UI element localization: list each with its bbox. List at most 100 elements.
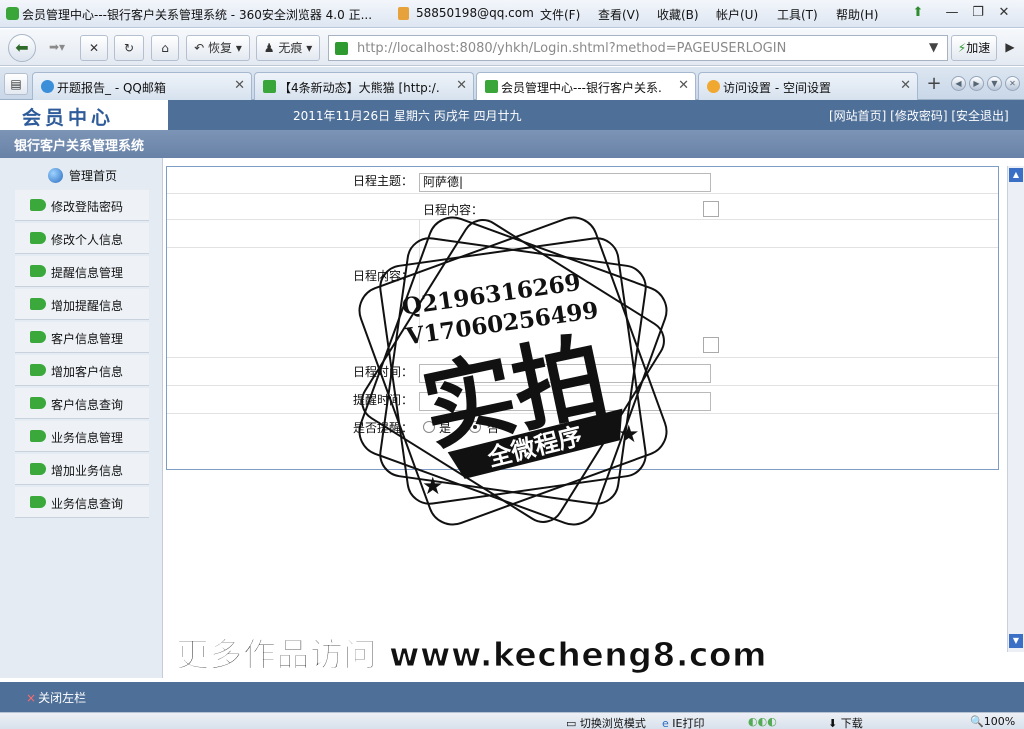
speed-up-label: 加速 xyxy=(966,41,991,55)
tab-access-settings[interactable]: 访问设置 - 空间设置 ✕ xyxy=(698,72,918,100)
download-button[interactable]: ⬇ 下载 xyxy=(828,715,863,729)
sidebar-item-customer-query[interactable]: 客户信息查询 xyxy=(15,388,149,419)
sidebar-item-business-query[interactable]: 业务信息查询 xyxy=(15,487,149,518)
tab-scroll-left-icon[interactable]: ◀ xyxy=(951,76,966,91)
tab-qzone-news[interactable]: 【4条新动态】大熊猫 [http:/... ✕ xyxy=(254,72,474,100)
tab-label: 【4条新动态】大熊猫 [http:/... xyxy=(279,81,439,95)
arrow-icon xyxy=(30,265,46,277)
account-label[interactable]: 58850198@qq.com xyxy=(416,6,534,20)
ie-print-button[interactable]: e IE打印 xyxy=(662,715,704,729)
tab-label: 开题报告_ - QQ邮箱 xyxy=(57,81,166,95)
row-divider xyxy=(167,385,998,386)
sidebar-item-reminder-manage[interactable]: 提醒信息管理 xyxy=(15,256,149,287)
sidebar-item-label: 业务信息管理 xyxy=(51,431,124,445)
update-icon[interactable]: ⬆ xyxy=(910,5,926,21)
editor-toggle-checkbox[interactable] xyxy=(703,201,719,217)
speed-up-button[interactable]: ⚡加速 xyxy=(951,35,997,61)
system-title: 银行客户关系管理系统 xyxy=(14,139,145,154)
home-icon[interactable]: ⌂ xyxy=(151,35,179,61)
incognito-label: 无痕 xyxy=(278,41,303,55)
menu-view[interactable]: 查看(V) xyxy=(598,6,640,23)
sidebar-item-customer-manage[interactable]: 客户信息管理 xyxy=(15,322,149,353)
subject-label: 日程主题： xyxy=(353,174,414,188)
address-bar[interactable]: http://localhost:8080/yhkh/Login.shtml?m… xyxy=(328,35,948,61)
navigation-toolbar: ⬅ ➡▾ ✕ ↻ ⌂ ↶ 恢复 ▾ ♟ 无痕 ▾ http://localhos… xyxy=(0,29,1024,66)
close-all-tabs-icon[interactable]: ✕ xyxy=(1005,76,1020,91)
switch-mode-button[interactable]: ▭ 切换浏览模式 xyxy=(566,715,646,729)
sidebar-item-label: 客户信息查询 xyxy=(51,398,124,412)
zoom-control[interactable]: 🔍100% xyxy=(970,715,1015,728)
sidebar-item-label: 增加业务信息 xyxy=(51,464,124,478)
menu-help[interactable]: 帮助(H) xyxy=(836,6,878,23)
tab-list-icon[interactable]: ▼ xyxy=(987,76,1002,91)
subject-input[interactable]: 阿萨德| xyxy=(419,173,711,192)
maximize-icon[interactable]: ❐ xyxy=(970,5,986,21)
menu-favorites[interactable]: 收藏(B) xyxy=(657,6,699,23)
close-tab-icon[interactable]: ✕ xyxy=(900,78,911,93)
tab-scroll-right-icon[interactable]: ▶ xyxy=(969,76,984,91)
remind-no-radio[interactable] xyxy=(469,421,481,433)
content-editor[interactable] xyxy=(419,219,711,349)
menu-file[interactable]: 文件(F) xyxy=(540,6,580,23)
url-text: http://localhost:8080/yhkh/Login.shtml?m… xyxy=(357,41,787,56)
remind-yes-label: 是 xyxy=(439,421,452,435)
toolbar-more-icon[interactable]: ▶ xyxy=(1000,35,1020,61)
download-label: 下载 xyxy=(840,717,863,729)
remind-label: 是否提醒： xyxy=(353,421,414,435)
sidebar-home-link[interactable]: 管理首页 xyxy=(48,167,117,184)
status-toggle-icon[interactable]: ◐◐◐ xyxy=(748,715,777,728)
scroll-down-icon[interactable]: ▼ xyxy=(1009,634,1023,648)
scroll-up-icon[interactable]: ▲ xyxy=(1009,168,1023,182)
schedule-time-input[interactable] xyxy=(419,364,711,383)
arrow-icon xyxy=(30,496,46,508)
sidebar-toggle-icon[interactable]: ▤ xyxy=(4,73,28,95)
remind-no-label: 否 xyxy=(487,421,500,435)
menu-tools[interactable]: 工具(T) xyxy=(777,6,818,23)
remind-yes-radio[interactable] xyxy=(423,421,435,433)
sidebar-item-change-password[interactable]: 修改登陆密码 xyxy=(15,190,149,221)
header-links[interactable]: [网站首页] [修改密码] [安全退出] xyxy=(829,107,1009,124)
close-tab-icon[interactable]: ✕ xyxy=(678,78,689,93)
content-label: 日程内容： xyxy=(353,269,414,283)
restore-label: 恢复 xyxy=(208,41,233,55)
close-tab-icon[interactable]: ✕ xyxy=(456,78,467,93)
arrow-icon xyxy=(30,430,46,442)
remind-time-input[interactable] xyxy=(419,392,711,411)
sidebar-home-label: 管理首页 xyxy=(69,169,118,183)
sidebar-item-label: 增加客户信息 xyxy=(51,365,124,379)
close-tab-icon[interactable]: ✕ xyxy=(234,78,245,93)
close-sidebar-button[interactable]: × 关闭左栏 xyxy=(26,689,86,706)
forward-icon[interactable]: ➡▾ xyxy=(40,35,74,61)
browser-logo-icon xyxy=(6,7,19,20)
page-header: 会员中心 2011年11月26日 星期六 丙戌年 四月廿九 [网站首页] [修改… xyxy=(0,100,1024,130)
url-dropdown-icon[interactable]: ▼ xyxy=(929,40,938,54)
sidebar-item-edit-profile[interactable]: 修改个人信息 xyxy=(15,223,149,254)
arrow-icon xyxy=(30,364,46,376)
arrow-icon xyxy=(30,397,46,409)
window-title: 会员管理中心---银行客户关系管理系统 - 360安全浏览器 4.0 正... xyxy=(22,8,373,22)
content-scrollbar[interactable]: ▲ ▼ xyxy=(1007,166,1024,652)
incognito-button[interactable]: ♟ 无痕 ▾ xyxy=(256,35,320,61)
restore-button[interactable]: ↶ 恢复 ▾ xyxy=(186,35,250,61)
stop-icon[interactable]: ✕ xyxy=(80,35,108,61)
sidebar-item-add-business[interactable]: 增加业务信息 xyxy=(15,454,149,485)
tab-member-center[interactable]: 会员管理中心---银行客户关系... ✕ xyxy=(476,72,696,100)
sidebar-item-label: 提醒信息管理 xyxy=(51,266,124,280)
close-window-icon[interactable]: ✕ xyxy=(996,5,1012,21)
tab-qqmail[interactable]: 开题报告_ - QQ邮箱 ✕ xyxy=(32,72,252,100)
sidebar-item-business-manage[interactable]: 业务信息管理 xyxy=(15,421,149,452)
page-viewport: 会员中心 2011年11月26日 星期六 丙戌年 四月廿九 [网站首页] [修改… xyxy=(0,100,1024,712)
remind-time-label: 提醒时间： xyxy=(353,393,414,407)
editor-bottom-checkbox[interactable] xyxy=(703,337,719,353)
row-divider xyxy=(167,193,998,194)
back-icon[interactable]: ⬅ xyxy=(8,34,36,62)
new-tab-icon[interactable]: + xyxy=(922,73,946,97)
sidebar-item-add-reminder[interactable]: 增加提醒信息 xyxy=(15,289,149,320)
arrow-icon xyxy=(30,232,46,244)
menu-account[interactable]: 帐户(U) xyxy=(716,6,758,23)
minimize-icon[interactable]: — xyxy=(944,5,960,21)
row-divider xyxy=(167,357,998,358)
sidebar-item-add-customer[interactable]: 增加客户信息 xyxy=(15,355,149,386)
tab-favicon xyxy=(485,80,498,93)
refresh-icon[interactable]: ↻ xyxy=(114,35,144,61)
